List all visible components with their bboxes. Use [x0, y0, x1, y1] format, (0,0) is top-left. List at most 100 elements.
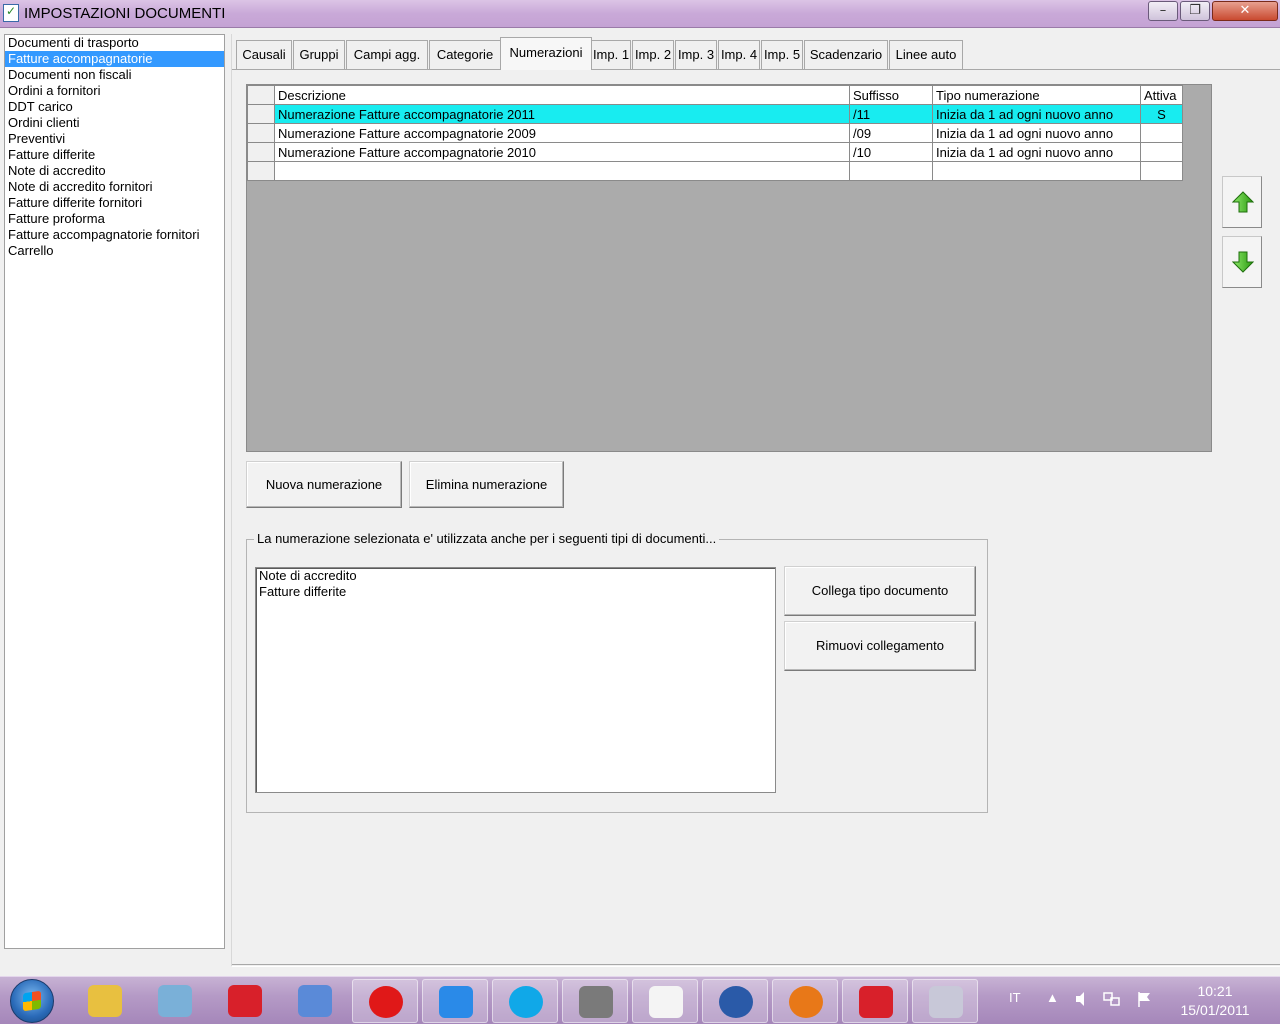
move-up-button[interactable]: [1222, 176, 1262, 228]
taskbar-item[interactable]: [212, 979, 278, 1023]
document-type-list[interactable]: Documenti di trasporto Fatture accompagna…: [4, 34, 225, 949]
taskbar-item[interactable]: [562, 979, 628, 1023]
cell-tipo-numerazione[interactable]: Inizia da 1 ad ogni nuovo anno: [932, 123, 1141, 143]
close-button[interactable]: ✕: [1212, 1, 1278, 21]
linked-documents-list[interactable]: Note di accredito Fatture differite: [255, 567, 776, 793]
taskbar-item[interactable]: [142, 979, 208, 1023]
row-selector[interactable]: [247, 161, 275, 181]
grid-row[interactable]: Numerazione Fatture accompagnatorie 2009…: [247, 123, 1183, 143]
linked-document-item[interactable]: Fatture differite: [256, 584, 775, 600]
panel-bottom-border: [232, 964, 1280, 967]
cell-suffisso[interactable]: /10: [849, 142, 933, 162]
empty-cell[interactable]: [1140, 161, 1183, 181]
tab-categorie[interactable]: Categorie: [429, 40, 501, 69]
action-center-flag-icon[interactable]: [1136, 990, 1154, 1008]
document-type-item[interactable]: DDT carico: [5, 99, 224, 115]
empty-cell[interactable]: [849, 161, 933, 181]
cell-descrizione[interactable]: Numerazione Fatture accompagnatorie 2011: [274, 104, 850, 124]
taskbar-item[interactable]: [702, 979, 768, 1023]
document-type-item[interactable]: Fatture accompagnatorie: [5, 51, 224, 67]
document-type-item[interactable]: Fatture differite fornitori: [5, 195, 224, 211]
tab-imp-2[interactable]: Imp. 2: [632, 40, 674, 69]
cell-attiva[interactable]: [1140, 123, 1183, 143]
numbering-grid[interactable]: Descrizione Suffisso Tipo numerazione At…: [246, 84, 1212, 452]
row-selector[interactable]: [247, 104, 275, 124]
maximize-button[interactable]: ❐: [1180, 1, 1210, 21]
pdf-icon: [649, 986, 683, 1018]
cell-descrizione[interactable]: Numerazione Fatture accompagnatorie 2009: [274, 123, 850, 143]
scanner-icon: [298, 985, 332, 1017]
linked-document-item[interactable]: Note di accredito: [256, 568, 775, 584]
document-type-item[interactable]: Ordini a fornitori: [5, 83, 224, 99]
column-header-descrizione[interactable]: Descrizione: [274, 85, 850, 105]
document-type-item[interactable]: Documenti di trasporto: [5, 35, 224, 51]
grid-new-row[interactable]: [247, 161, 1183, 181]
linked-documents-group-label: La numerazione selezionata e' utilizzata…: [254, 531, 720, 546]
show-hidden-icons-icon[interactable]: ▲: [1046, 990, 1059, 1005]
opera-icon: [369, 986, 403, 1018]
tab-imp-3[interactable]: Imp. 3: [675, 40, 717, 69]
network-icon[interactable]: [1102, 990, 1122, 1008]
taskbar-item[interactable]: [422, 979, 488, 1023]
tab-causali[interactable]: Causali: [236, 40, 292, 69]
document-type-item[interactable]: Documenti non fiscali: [5, 67, 224, 83]
installer-icon: [929, 986, 963, 1018]
tab-gruppi[interactable]: Gruppi: [293, 40, 345, 69]
move-down-button[interactable]: [1222, 236, 1262, 288]
grid-corner[interactable]: [247, 85, 275, 105]
taskbar-item[interactable]: [352, 979, 418, 1023]
taskbar-item[interactable]: [632, 979, 698, 1023]
tab-imp-4[interactable]: Imp. 4: [718, 40, 760, 69]
cell-tipo-numerazione[interactable]: Inizia da 1 ad ogni nuovo anno: [932, 142, 1141, 162]
title-bar: IMPOSTAZIONI DOCUMENTI – ❐ ✕: [0, 0, 1280, 28]
minimize-button[interactable]: –: [1148, 1, 1178, 21]
document-type-item[interactable]: Carrello: [5, 243, 224, 259]
start-button[interactable]: [10, 979, 54, 1023]
taskbar-item[interactable]: [912, 979, 978, 1023]
document-type-item[interactable]: Fatture differite: [5, 147, 224, 163]
cell-attiva[interactable]: [1140, 142, 1183, 162]
delete-numbering-button[interactable]: Elimina numerazione: [409, 461, 564, 508]
volume-icon[interactable]: [1074, 990, 1090, 1008]
clock-date: 15/01/2011: [1180, 1002, 1250, 1018]
grid-row[interactable]: Numerazione Fatture accompagnatorie 2011…: [247, 104, 1183, 124]
taskbar-item[interactable]: [72, 979, 138, 1023]
window-title: IMPOSTAZIONI DOCUMENTI: [24, 5, 226, 22]
taskbar-item[interactable]: [842, 979, 908, 1023]
taskbar-item[interactable]: [282, 979, 348, 1023]
empty-cell[interactable]: [932, 161, 1141, 181]
cell-suffisso[interactable]: /09: [849, 123, 933, 143]
taskbar-item[interactable]: [772, 979, 838, 1023]
cell-tipo-numerazione[interactable]: Inizia da 1 ad ogni nuovo anno: [932, 104, 1141, 124]
language-indicator[interactable]: IT: [1009, 990, 1021, 1005]
tab-imp-5[interactable]: Imp. 5: [761, 40, 803, 69]
grid-row[interactable]: Numerazione Fatture accompagnatorie 2010…: [247, 142, 1183, 162]
remove-link-button[interactable]: Rimuovi collegamento: [784, 621, 976, 671]
document-type-item[interactable]: Ordini clienti: [5, 115, 224, 131]
link-document-type-button[interactable]: Collega tipo documento: [784, 566, 976, 616]
tab-linee-auto[interactable]: Linee auto: [889, 40, 963, 69]
tab-imp-1[interactable]: Imp. 1: [591, 40, 631, 69]
new-numbering-button[interactable]: Nuova numerazione: [246, 461, 402, 508]
document-type-item[interactable]: Fatture proforma: [5, 211, 224, 227]
cell-suffisso[interactable]: /11: [849, 104, 933, 124]
taskbar-item[interactable]: [492, 979, 558, 1023]
row-selector[interactable]: [247, 123, 275, 143]
cell-attiva[interactable]: S: [1140, 104, 1183, 124]
clock[interactable]: 10:21 15/01/2011: [1172, 982, 1258, 1020]
column-header-attiva[interactable]: Attiva: [1140, 85, 1183, 105]
cell-descrizione[interactable]: Numerazione Fatture accompagnatorie 2010: [274, 142, 850, 162]
document-type-item[interactable]: Note di accredito: [5, 163, 224, 179]
arrow-down-icon: [1232, 251, 1254, 273]
document-type-item[interactable]: Note di accredito fornitori: [5, 179, 224, 195]
tab-scadenzario[interactable]: Scadenzario: [804, 40, 888, 69]
explorer-icon: [88, 985, 122, 1017]
empty-cell[interactable]: [274, 161, 850, 181]
document-type-item[interactable]: Fatture accompagnatorie fornitori: [5, 227, 224, 243]
tab-campi-agg[interactable]: Campi agg.: [346, 40, 428, 69]
column-header-tipo-numerazione[interactable]: Tipo numerazione: [932, 85, 1141, 105]
tab-numerazioni[interactable]: Numerazioni: [500, 37, 592, 70]
column-header-suffisso[interactable]: Suffisso: [849, 85, 933, 105]
row-selector[interactable]: [247, 142, 275, 162]
document-type-item[interactable]: Preventivi: [5, 131, 224, 147]
